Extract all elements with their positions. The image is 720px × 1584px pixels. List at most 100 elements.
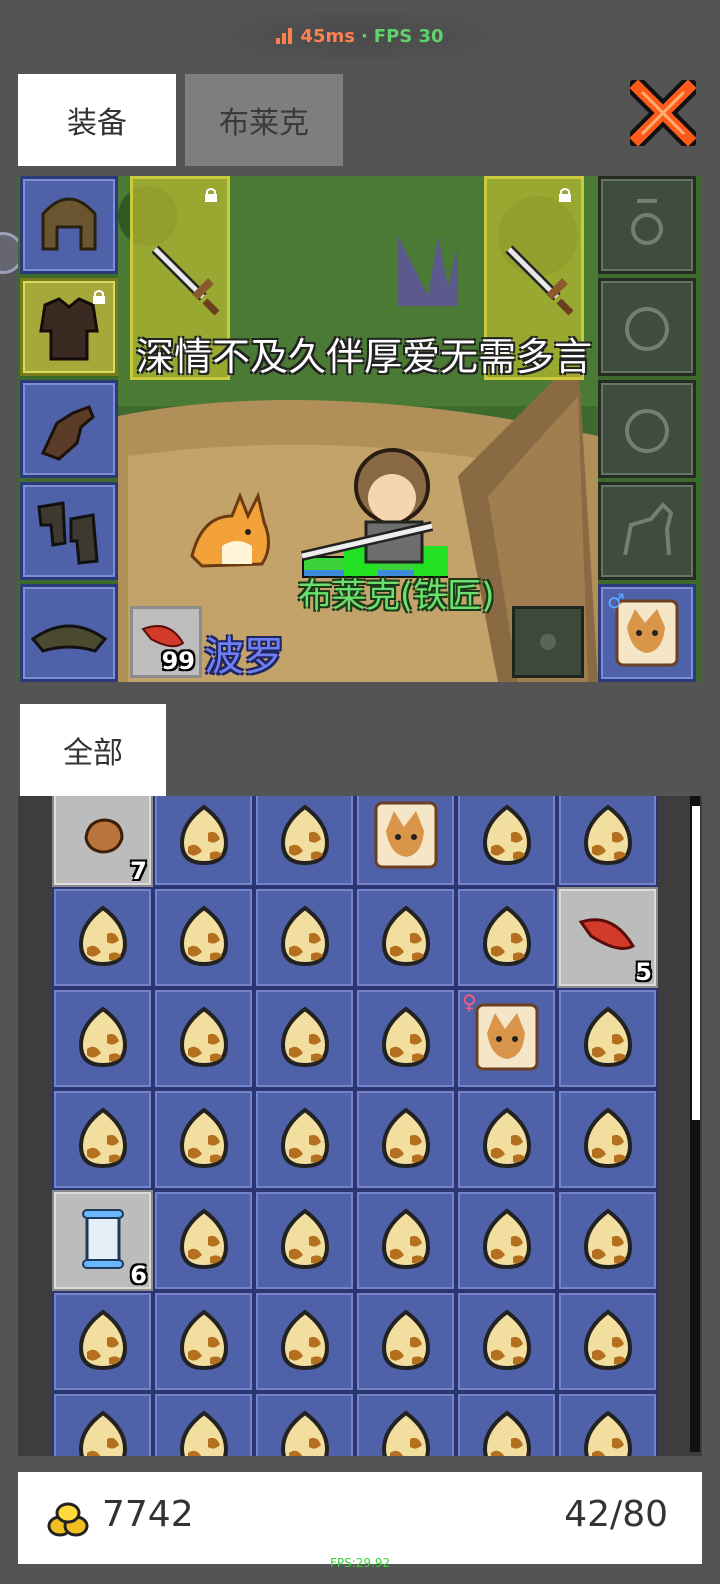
inventory-slot[interactable] — [456, 1291, 557, 1392]
egg-icon — [376, 1409, 436, 1456]
inventory-slot[interactable]: ♀ — [456, 988, 557, 1089]
inventory-slot[interactable] — [355, 1291, 456, 1392]
gloves-icon — [40, 405, 95, 461]
pet-sprite — [190, 491, 270, 568]
inventory-scroll-thumb[interactable] — [692, 806, 700, 1120]
inventory-slot[interactable] — [557, 1190, 658, 1291]
character-name-label: 布莱克(铁匠) — [298, 576, 495, 616]
inventory-slot[interactable] — [557, 1089, 658, 1190]
fps-text: FPS 30 — [373, 25, 444, 47]
inventory-slot[interactable] — [355, 988, 456, 1089]
category-tab-all[interactable]: 全部 — [20, 704, 166, 796]
amulet-icon — [631, 199, 663, 245]
inventory-grid: 7 5 ♀ 6 — [52, 796, 658, 1456]
inventory-slot[interactable] — [153, 887, 254, 988]
inventory-slot[interactable] — [557, 988, 658, 1089]
egg-icon — [477, 803, 537, 871]
inventory-slot[interactable]: 5 — [557, 887, 658, 988]
inventory-slot[interactable] — [153, 988, 254, 1089]
inventory-slot[interactable] — [52, 1291, 153, 1392]
inventory-slot[interactable]: 6 — [52, 1190, 153, 1291]
separator-text: · — [360, 25, 368, 47]
accessory-slot-3[interactable] — [598, 380, 696, 478]
inventory-slot[interactable] — [52, 1392, 153, 1456]
inventory-slot[interactable] — [355, 1089, 456, 1190]
equip-slot-armor[interactable] — [20, 278, 118, 376]
close-icon — [623, 73, 703, 153]
signal-icon — [276, 28, 293, 44]
egg-icon — [275, 904, 335, 972]
lock-icon — [93, 290, 105, 304]
item-count: 7 — [130, 857, 147, 885]
consumable-slot[interactable]: 99 — [130, 606, 202, 678]
inventory-slot[interactable] — [355, 1190, 456, 1291]
equip-slot-hat[interactable] — [20, 584, 118, 682]
inventory-slot[interactable] — [52, 887, 153, 988]
pet-slot[interactable]: ♂ — [598, 584, 696, 682]
inventory-slot[interactable] — [254, 1291, 355, 1392]
egg-icon — [174, 1207, 234, 1275]
inventory-slot[interactable] — [456, 796, 557, 887]
inventory-slot[interactable] — [254, 796, 355, 887]
pet-card-icon — [366, 796, 446, 879]
equip-slot-helmet[interactable] — [20, 176, 118, 274]
close-button[interactable] — [623, 73, 703, 153]
tab-equipment[interactable]: 装备 — [18, 74, 176, 166]
egg-icon — [73, 1005, 133, 1073]
equip-slot-gloves[interactable] — [20, 380, 118, 478]
accessory-slot-1[interactable] — [598, 176, 696, 274]
inventory-slot[interactable] — [52, 1089, 153, 1190]
item-count: 6 — [130, 1261, 147, 1289]
inventory-slot[interactable] — [456, 1089, 557, 1190]
inventory-slot[interactable] — [355, 1392, 456, 1456]
inventory-slot[interactable] — [456, 1392, 557, 1456]
egg-icon — [376, 1308, 436, 1376]
inventory-slot[interactable] — [557, 796, 658, 887]
egg-icon — [376, 1106, 436, 1174]
inventory-slot[interactable] — [153, 1089, 254, 1190]
inventory-slot[interactable] — [254, 1190, 355, 1291]
egg-icon — [477, 1106, 537, 1174]
debug-fps: FPS:29.92 — [330, 1556, 391, 1570]
consumable-count: 99 — [161, 647, 195, 675]
male-gender-icon: ♂ — [607, 589, 625, 613]
inventory-slot[interactable] — [254, 1392, 355, 1456]
inventory-slot[interactable] — [557, 1291, 658, 1392]
egg-icon — [578, 803, 638, 871]
inventory-slot[interactable] — [153, 1291, 254, 1392]
inventory-slot[interactable] — [52, 988, 153, 1089]
egg-icon — [73, 904, 133, 972]
skill-slot[interactable] — [512, 606, 584, 678]
egg-icon — [477, 904, 537, 972]
inventory-slot[interactable] — [456, 887, 557, 988]
boots-icon — [37, 501, 99, 565]
inventory-slot[interactable] — [254, 887, 355, 988]
egg-icon — [174, 803, 234, 871]
inventory-slot[interactable] — [254, 1089, 355, 1190]
egg-icon — [73, 1308, 133, 1376]
lock-icon — [559, 188, 571, 202]
inventory-slot[interactable] — [355, 887, 456, 988]
inventory-slot[interactable] — [557, 1392, 658, 1456]
inventory-slot[interactable]: 7 — [52, 796, 153, 887]
inventory-slot[interactable] — [153, 1190, 254, 1291]
helmet-icon — [41, 197, 97, 251]
inventory-slot[interactable] — [254, 988, 355, 1089]
inventory-footer: 7742 42/80 — [18, 1472, 702, 1564]
pet-card-icon — [467, 997, 547, 1081]
mount-slot[interactable] — [598, 482, 696, 580]
inventory-slot[interactable] — [153, 1392, 254, 1456]
inventory-slot[interactable] — [456, 1190, 557, 1291]
egg-icon — [73, 1409, 133, 1456]
tab-character[interactable]: 布莱克 — [185, 74, 343, 166]
egg-icon — [477, 1207, 537, 1275]
egg-icon — [174, 904, 234, 972]
egg-icon — [275, 1207, 335, 1275]
equip-slot-boots[interactable] — [20, 482, 118, 580]
inventory-panel[interactable]: 7 5 ♀ 6 — [18, 796, 702, 1456]
egg-icon — [275, 1308, 335, 1376]
egg-icon — [376, 1005, 436, 1073]
gold-coins-icon — [47, 1502, 89, 1537]
inventory-slot[interactable] — [153, 796, 254, 887]
inventory-slot[interactable] — [355, 796, 456, 887]
